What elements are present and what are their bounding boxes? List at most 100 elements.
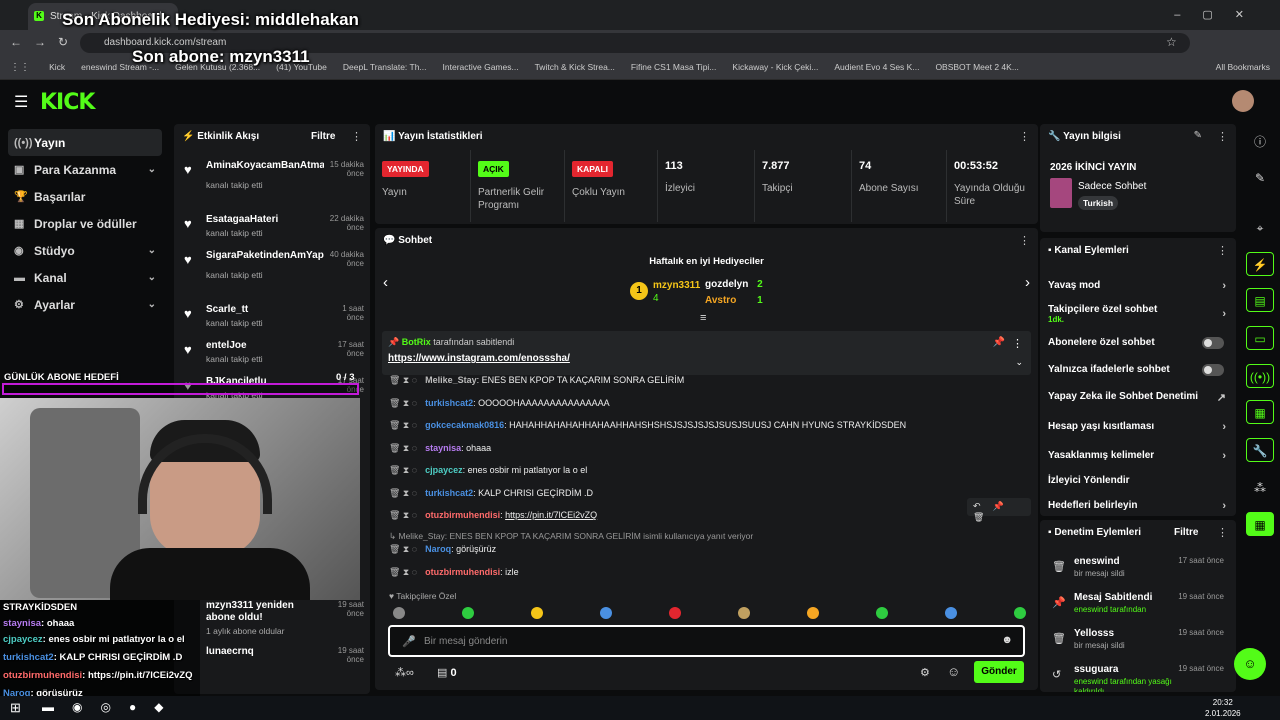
emote[interactable]	[462, 607, 474, 619]
mod-action-name[interactable]: Yellosss	[1074, 628, 1114, 639]
chat-username[interactable]: cjpaycez	[425, 465, 463, 475]
sidebar-item-4[interactable]: ◉ Stüdyo ⌄	[8, 237, 162, 264]
chat-message[interactable]: 🗑 ⧗ ◌ staynisa: ohaaa	[389, 443, 491, 454]
pinned-link[interactable]: https://www.instagram.com/enosssha/	[388, 353, 570, 364]
chat-settings-icon[interactable]: ⚙	[920, 666, 930, 679]
bookmark-item[interactable]: Audient Evo 4 Ses K...	[834, 62, 919, 72]
more-icon[interactable]: ⋮	[351, 130, 362, 143]
chat-input[interactable]: 🎤 Bir mesaj gönderin ☻	[388, 625, 1025, 657]
bookmark-item[interactable]: OBSBOT Meet 2 4K...	[935, 62, 1018, 72]
taskbar-apps[interactable]: ▬◉◎●◆	[42, 700, 181, 714]
emote[interactable]	[1014, 607, 1026, 619]
chat-message[interactable]: 🗑 ⧗ ◌ cjpaycez: enes osbir mi patlatıyor …	[389, 465, 587, 476]
kick-logo[interactable]: KICK	[40, 90, 95, 115]
bolt-icon[interactable]: ⚡	[1246, 252, 1274, 276]
chat-message[interactable]: 🗑 ⧗ ◌ Naroq: görüşürüz	[389, 544, 496, 555]
bookmark-item[interactable]: DeepL Translate: Th...	[343, 62, 427, 72]
all-bookmarks[interactable]: All Bookmarks	[1216, 62, 1270, 72]
sidebar-item-1[interactable]: ▣ Para Kazanma ⌄	[8, 156, 162, 183]
bookmark-item[interactable]: Interactive Games...	[443, 62, 519, 72]
mod-icons[interactable]: 🗑 ⧗ ◌	[389, 544, 417, 554]
channel-action-item[interactable]: Abonelere özel sohbet	[1048, 337, 1228, 349]
more-icon[interactable]: ⋮	[1217, 244, 1228, 257]
menu-icon[interactable]: ☰	[14, 92, 28, 112]
chat-username[interactable]: otuzbirmuhendisi	[425, 567, 500, 577]
wrench-icon[interactable]: 🔧	[1246, 438, 1274, 462]
mod-icons[interactable]: 🗑 ⧗ ◌	[389, 375, 417, 385]
emote[interactable]	[600, 607, 612, 619]
apps-icon[interactable]: ⋮⋮	[10, 62, 30, 73]
language-tag[interactable]: Turkish	[1078, 196, 1119, 210]
emote[interactable]	[876, 607, 888, 619]
channel-action-item[interactable]: Yavaş mod ›	[1048, 280, 1228, 292]
focus-icon[interactable]: ⌖	[1246, 216, 1274, 240]
chat-username[interactable]: Melike_Stay	[425, 375, 477, 385]
bookmark-star-icon[interactable]: ☆	[1166, 35, 1177, 49]
mic-icon[interactable]: 🎤	[402, 635, 416, 648]
chat-message[interactable]: 🗑 ⧗ ◌ gokcecakmak0816: HAHAHHAHAHAHHAHAAH…	[389, 420, 906, 431]
mod-icons[interactable]: 🗑 ⧗ ◌	[389, 567, 417, 577]
gifters-next-icon[interactable]: ›	[1025, 274, 1030, 291]
bookmark-item[interactable]: Fifine CS1 Masa Tipi...	[631, 62, 717, 72]
more-icon[interactable]: ⋮	[1217, 130, 1228, 143]
sidebar-item-2[interactable]: 🏆 Başarılar	[8, 183, 162, 210]
category-name[interactable]: Sadece Sohbet	[1078, 181, 1146, 192]
mod-icons[interactable]: 🗑 ⧗ ◌	[389, 443, 417, 453]
points-icon[interactable]: ⁂∞	[395, 666, 414, 679]
bookmark-item[interactable]: Kick	[49, 62, 65, 72]
chat-message[interactable]: 🗑 ⧗ ◌ turkishcat2: KALP CHRISI GEÇİRDİM .…	[389, 488, 593, 499]
info-icon[interactable]: ⓘ	[1246, 130, 1274, 154]
sidebar-item-3[interactable]: ▦ Droplar ve ödüller	[8, 210, 162, 237]
bookmark-item[interactable]: Twitch & Kick Strea...	[535, 62, 615, 72]
chat-username[interactable]: turkishcat2	[425, 398, 473, 408]
clock[interactable]: 20:32 2.01.2026	[1205, 697, 1241, 719]
bookmark-item[interactable]: Kickaway - Kick Çeki...	[732, 62, 818, 72]
mod-icons[interactable]: 🗑 ⧗ ◌	[389, 420, 417, 430]
emote-picker-icon[interactable]: ☺	[947, 664, 960, 679]
channel-action-item[interactable]: Yalnızca ifadelerle sohbet	[1048, 364, 1228, 376]
emote[interactable]	[531, 607, 543, 619]
channel-action-item[interactable]: Takipçilere özel sohbet 1dk. ›	[1048, 304, 1228, 324]
mod-icons[interactable]: 🗑 ⧗ ◌	[389, 488, 417, 498]
clipboard-icon[interactable]: ▤	[1246, 288, 1274, 312]
mod-icons[interactable]: 🗑 ⧗ ◌	[389, 465, 417, 475]
emoji-icon[interactable]: ☻	[1001, 634, 1013, 646]
chat-icon[interactable]: ▭	[1246, 326, 1274, 350]
chat-message[interactable]: 🗑 ⧗ ◌ turkishcat2: OOOOOHAAAAAAAAAAAAAAA	[389, 398, 610, 409]
chat-message[interactable]: 🗑 ⧗ ◌ otuzbirmuhendisi: https://pin.it/7l…	[389, 510, 597, 521]
window-controls[interactable]: –▢✕	[1174, 8, 1266, 21]
emote[interactable]	[393, 607, 405, 619]
chat-message[interactable]: 🗑 ⧗ ◌ otuzbirmuhendisi: izle	[389, 567, 519, 578]
toggle-switch[interactable]	[1202, 364, 1224, 376]
chat-username[interactable]: staynisa	[425, 443, 461, 453]
emote[interactable]	[807, 607, 819, 619]
pencil-icon[interactable]: ✎	[1246, 166, 1274, 190]
sidebar-item-5[interactable]: ▬ Kanal ⌄	[8, 264, 162, 291]
emote[interactable]	[669, 607, 681, 619]
more-icon[interactable]: ⋮	[1019, 234, 1030, 247]
channel-action-item[interactable]: Yapay Zeka ile Sohbet Denetimi ↗	[1048, 391, 1228, 404]
send-button[interactable]: Gönder	[974, 661, 1024, 683]
mod-filter[interactable]: Filtre	[1174, 527, 1198, 538]
chat-username[interactable]: Naroq	[425, 544, 451, 554]
channel-action-item[interactable]: Yasaklanmış kelimeler ›	[1048, 450, 1228, 462]
gifters-prev-icon[interactable]: ‹	[383, 274, 388, 291]
windows-start-icon[interactable]: ⊞	[10, 700, 21, 716]
store-icon[interactable]: ▤ 0	[437, 666, 457, 679]
avatar[interactable]	[1232, 90, 1254, 112]
sidebar-item-6[interactable]: ⚙ Ayarlar ⌄	[8, 291, 162, 318]
more-icon[interactable]: ⋮	[1012, 337, 1023, 350]
nav-buttons[interactable]: ←→↻	[10, 35, 80, 49]
film-icon[interactable]: ▦	[1246, 512, 1274, 536]
channel-action-item[interactable]: Hesap yaşı kısıtlaması ›	[1048, 421, 1228, 433]
more-icon[interactable]: ⋮	[1217, 526, 1228, 539]
support-button[interactable]: ☺	[1234, 648, 1266, 680]
chat-username[interactable]: turkishcat2	[425, 488, 473, 498]
sidebar-item-0[interactable]: ((•)) Yayın	[8, 129, 162, 156]
mod-icons[interactable]: 🗑 ⧗ ◌	[389, 510, 417, 520]
emote[interactable]	[945, 607, 957, 619]
channel-action-item[interactable]: İzleyici Yönlendir	[1048, 475, 1228, 486]
mod-action-name[interactable]: eneswind	[1074, 556, 1120, 567]
chat-username[interactable]: otuzbirmuhendisi	[425, 510, 500, 520]
mod-icons[interactable]: 🗑 ⧗ ◌	[389, 398, 417, 408]
